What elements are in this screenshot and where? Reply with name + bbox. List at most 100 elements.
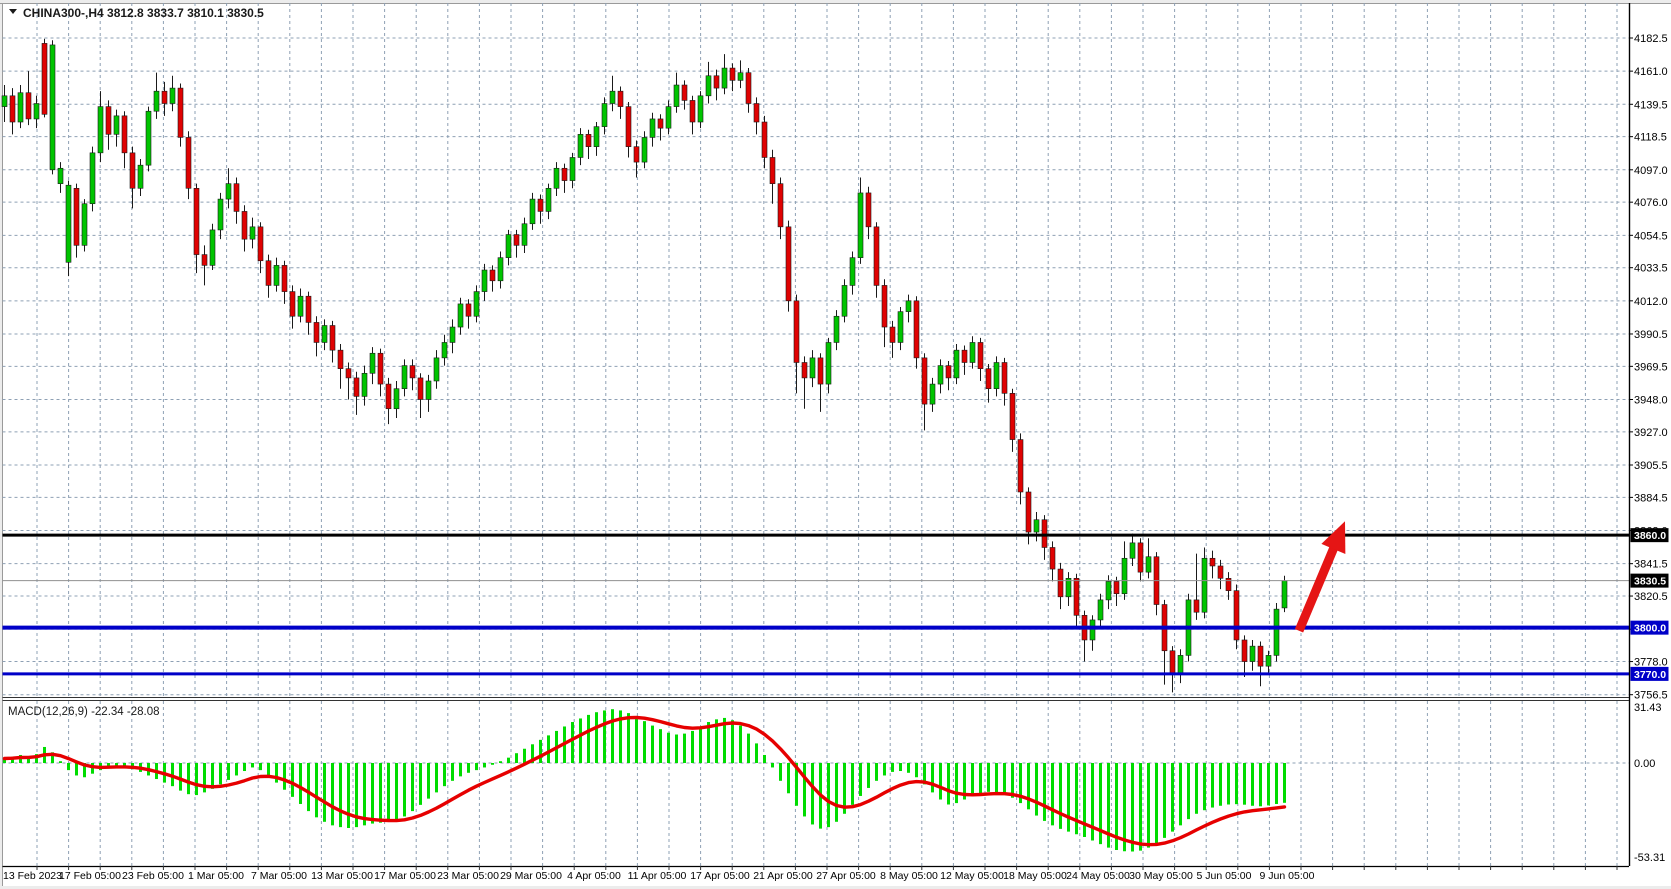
candle-body <box>618 91 623 106</box>
candle-body <box>370 353 375 373</box>
candle-body <box>930 384 935 404</box>
candle-body <box>1002 362 1007 393</box>
candle-body <box>810 358 815 378</box>
candle-body <box>1178 655 1183 673</box>
candle-body <box>946 366 951 378</box>
macd-indicator-label: MACD(12,26,9) -22.34 -28.08 <box>8 706 160 718</box>
candle-body <box>1018 440 1023 492</box>
candle-body <box>730 68 735 80</box>
candle-body <box>74 188 79 245</box>
candle-body <box>394 389 399 409</box>
candle-body <box>410 366 415 378</box>
candle-body <box>418 378 423 400</box>
candle-body <box>186 137 191 188</box>
candle-body <box>634 147 639 162</box>
candle-body <box>42 43 47 114</box>
candle-body <box>914 301 919 358</box>
candle-body <box>602 104 607 127</box>
candle-body <box>794 301 799 363</box>
candle-body <box>1034 520 1039 532</box>
candle-body <box>314 322 319 342</box>
candle-body <box>642 137 647 162</box>
candle-body <box>1242 640 1247 662</box>
candle-body <box>842 285 847 316</box>
candle-body <box>1282 581 1287 608</box>
candle-body <box>906 301 911 312</box>
candle-body <box>170 88 175 103</box>
candle-body <box>266 261 271 286</box>
candle-body <box>1250 646 1255 661</box>
candle-body <box>818 358 823 384</box>
candle-body <box>474 292 479 317</box>
candle-body <box>578 134 583 157</box>
candle-body <box>762 122 767 157</box>
candle-body <box>434 358 439 381</box>
candle-body <box>682 85 687 100</box>
candle-body <box>546 188 551 211</box>
candle-body <box>1218 566 1223 578</box>
candle-body <box>18 93 23 122</box>
candle-body <box>402 366 407 389</box>
time-axis[interactable] <box>2 866 1629 886</box>
candle-body <box>530 199 535 224</box>
candle-body <box>658 119 663 128</box>
candle-body <box>322 325 327 342</box>
candle-body <box>1258 646 1263 666</box>
candle-body <box>1202 558 1207 612</box>
candle-body <box>34 104 39 119</box>
candle-body <box>1026 492 1031 532</box>
candle-body <box>1194 600 1199 612</box>
candle-body <box>714 76 719 88</box>
price-axis[interactable] <box>1630 3 1671 866</box>
candle-body <box>626 107 631 147</box>
candle-body <box>122 116 127 153</box>
candle-body <box>274 265 279 285</box>
candle-body <box>26 93 31 119</box>
candle-body <box>778 184 783 227</box>
candle-body <box>1170 651 1175 674</box>
candle-body <box>770 157 775 183</box>
candle-body <box>378 353 383 384</box>
candle-body <box>426 381 431 399</box>
candle-body <box>450 327 455 342</box>
candle-body <box>786 227 791 301</box>
candle-body <box>226 184 231 199</box>
candle-body <box>258 227 263 261</box>
candle-body <box>130 153 135 188</box>
candle-body <box>1274 609 1279 655</box>
candle-body <box>722 68 727 88</box>
candle-body <box>346 369 351 378</box>
candle-body <box>298 296 303 316</box>
candle-body <box>490 270 495 281</box>
candle-body <box>1266 655 1271 666</box>
candle-body <box>1010 393 1015 439</box>
frame-top <box>0 0 1671 3</box>
candle-body <box>50 45 55 170</box>
candle-body <box>306 296 311 322</box>
candle-body <box>1210 558 1215 566</box>
candle-body <box>482 270 487 292</box>
candle-body <box>514 235 519 246</box>
candle-body <box>154 91 159 111</box>
candle-body <box>802 362 807 377</box>
candle-body <box>234 184 239 212</box>
candle-body <box>970 342 975 362</box>
candle-body <box>938 366 943 384</box>
candle-body <box>178 88 183 137</box>
candle-body <box>650 119 655 137</box>
candle-body <box>106 107 111 135</box>
candle-body <box>1050 547 1055 569</box>
chart-window: CHINA300-,H4 3812.8 3833.7 3810.1 3830.5… <box>0 0 1671 889</box>
chart-canvas: CHINA300-,H4 3812.8 3833.7 3810.1 3830.5… <box>0 0 1671 889</box>
candle-body <box>498 258 503 281</box>
candle-body <box>522 224 527 246</box>
candle-body <box>1042 520 1047 548</box>
candle-body <box>1146 557 1151 572</box>
frame-left <box>0 0 2 889</box>
candle-body <box>538 199 543 211</box>
candle-body <box>202 255 207 266</box>
candle-body <box>442 342 447 357</box>
candle-body <box>82 204 87 246</box>
candle-body <box>986 369 991 389</box>
candle-body <box>666 107 671 129</box>
